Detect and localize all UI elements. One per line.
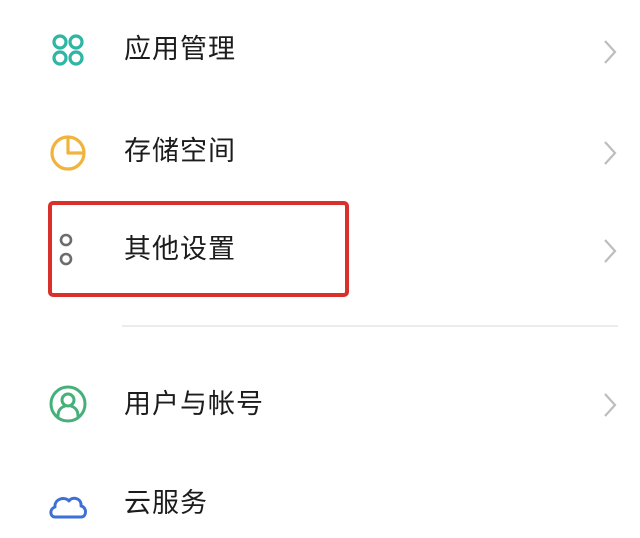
- chevron-right-icon: [600, 390, 620, 420]
- settings-item-users-accounts[interactable]: 用户与帐号: [0, 352, 640, 452]
- user-circle-icon: [46, 382, 90, 426]
- more-dots-icon: [46, 226, 90, 270]
- settings-item-label: 其他设置: [124, 234, 236, 265]
- cloud-icon: [46, 484, 90, 528]
- chevron-right-icon: [600, 138, 620, 168]
- settings-item-storage[interactable]: 存储空间: [0, 100, 640, 200]
- settings-item-label: 应用管理: [124, 34, 236, 65]
- settings-item-label: 用户与帐号: [124, 389, 264, 420]
- apps-grid-icon: [46, 28, 90, 72]
- settings-item-app-management[interactable]: 应用管理: [0, 0, 640, 100]
- settings-item-label: 云服务: [124, 488, 208, 519]
- chevron-right-icon: [600, 37, 620, 67]
- divider: [122, 325, 618, 327]
- settings-item-other-settings[interactable]: 其他设置: [0, 200, 640, 300]
- settings-item-label: 存储空间: [124, 136, 236, 167]
- pie-chart-icon: [46, 130, 90, 174]
- settings-item-cloud-service[interactable]: 云服务: [0, 458, 640, 538]
- settings-list: 应用管理 存储空间 其他设置 用户与帐号 云服务: [0, 0, 640, 538]
- chevron-right-icon: [600, 236, 620, 266]
